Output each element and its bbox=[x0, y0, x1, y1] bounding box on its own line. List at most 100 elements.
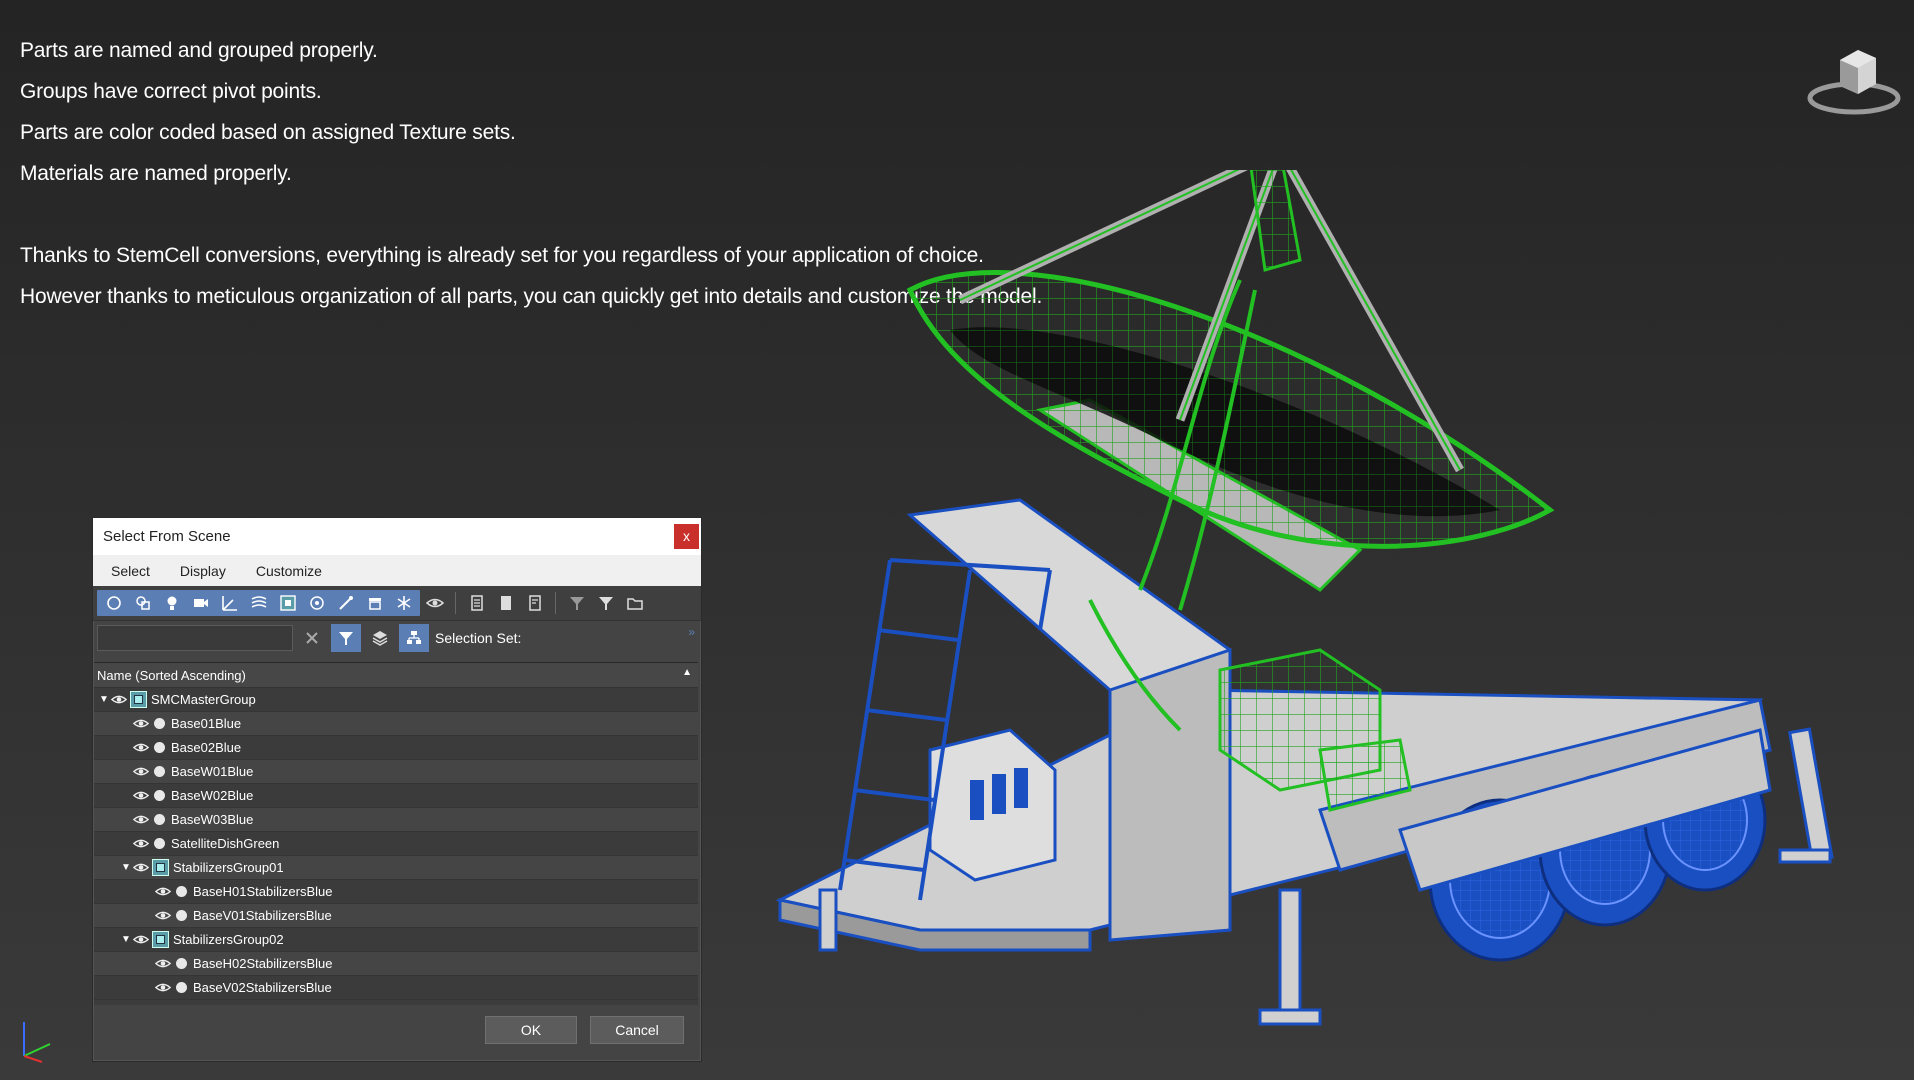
list-item[interactable]: BaseH02StabilizersBlue bbox=[94, 952, 698, 976]
list-rows: ▼ SMCMasterGroup Base01Blue Base02Blue BaseW… bbox=[94, 688, 698, 1000]
filter-toolbar bbox=[93, 586, 701, 621]
object-icon bbox=[154, 790, 165, 801]
highlight-filter-icon[interactable] bbox=[331, 624, 361, 652]
filter-selection-icon[interactable] bbox=[562, 590, 591, 616]
filter-containers-icon[interactable] bbox=[360, 590, 389, 616]
type-filter-group bbox=[97, 590, 420, 616]
object-icon bbox=[154, 718, 165, 729]
filter-hidden-icon[interactable] bbox=[420, 590, 449, 616]
visibility-eye-icon[interactable] bbox=[132, 861, 150, 875]
list-item-label: SMCMasterGroup bbox=[151, 692, 256, 707]
filter-geometry-icon[interactable] bbox=[99, 590, 128, 616]
menu-customize[interactable]: Customize bbox=[238, 563, 334, 579]
select-all-icon[interactable] bbox=[462, 590, 491, 616]
scene-explorer-list: Name (Sorted Ascending) ▲ ▼ SMCMasterGrou… bbox=[94, 662, 698, 1005]
cancel-button[interactable]: Cancel bbox=[590, 1016, 684, 1044]
filter-frozen-icon[interactable] bbox=[389, 590, 418, 616]
menu-select[interactable]: Select bbox=[93, 563, 162, 579]
filter-spacewarps-icon[interactable] bbox=[244, 590, 273, 616]
object-icon bbox=[154, 814, 165, 825]
viewport-3d-model[interactable] bbox=[760, 170, 1870, 1050]
visibility-eye-icon[interactable] bbox=[132, 741, 150, 755]
filter-bones-icon[interactable] bbox=[331, 590, 360, 616]
visibility-eye-icon[interactable] bbox=[132, 933, 150, 947]
menu-display[interactable]: Display bbox=[162, 563, 238, 579]
filter-shapes-icon[interactable] bbox=[128, 590, 157, 616]
visibility-eye-icon[interactable] bbox=[132, 813, 150, 827]
visibility-eye-icon[interactable] bbox=[132, 765, 150, 779]
ok-button[interactable]: OK bbox=[485, 1016, 577, 1044]
group-icon bbox=[152, 859, 169, 876]
column-header[interactable]: Name (Sorted Ascending) ▲ bbox=[94, 663, 698, 688]
list-item[interactable]: BaseW01Blue bbox=[94, 760, 698, 784]
list-item[interactable]: BaseW03Blue bbox=[94, 808, 698, 832]
visibility-eye-icon[interactable] bbox=[110, 693, 128, 707]
object-icon bbox=[176, 982, 187, 993]
axis-gizmo-icon bbox=[23, 1022, 51, 1063]
list-item[interactable]: BaseV02StabilizersBlue bbox=[94, 976, 698, 1000]
note-line-1: Parts are named and grouped properly. bbox=[20, 39, 378, 62]
visibility-eye-icon[interactable] bbox=[132, 789, 150, 803]
expand-toggle-icon[interactable]: ▼ bbox=[120, 862, 132, 873]
list-item[interactable]: ▼ StabilizersGroup01 bbox=[94, 856, 698, 880]
select-from-scene-dialog: Select From Scene x Select Display Custo… bbox=[92, 517, 702, 1062]
expand-chevron-icon[interactable]: » bbox=[688, 625, 695, 639]
dialog-titlebar[interactable]: Select From Scene x bbox=[93, 518, 701, 555]
list-item-label: Base02Blue bbox=[171, 740, 242, 755]
filter-icon[interactable] bbox=[591, 590, 620, 616]
note-line-2: Groups have correct pivot points. bbox=[20, 80, 322, 103]
column-header-label: Name (Sorted Ascending) bbox=[97, 667, 246, 683]
visibility-eye-icon[interactable] bbox=[154, 909, 172, 923]
search-bar: Selection Set: bbox=[93, 621, 701, 655]
note-line-3: Parts are color coded based on assigned … bbox=[20, 121, 516, 144]
list-item-label: StabilizersGroup01 bbox=[173, 860, 284, 875]
list-item[interactable]: Base01Blue bbox=[94, 712, 698, 736]
object-icon bbox=[176, 910, 187, 921]
expand-toggle-icon[interactable]: ▼ bbox=[120, 934, 132, 945]
filter-cameras-icon[interactable] bbox=[186, 590, 215, 616]
visibility-eye-icon[interactable] bbox=[154, 885, 172, 899]
object-icon bbox=[176, 886, 187, 897]
list-item[interactable]: BaseH01StabilizersBlue bbox=[94, 880, 698, 904]
select-none-icon[interactable] bbox=[491, 590, 520, 616]
object-icon bbox=[176, 958, 187, 969]
visibility-eye-icon[interactable] bbox=[132, 837, 150, 851]
toolbar-separator bbox=[555, 592, 556, 614]
clear-search-icon[interactable] bbox=[297, 624, 327, 652]
list-item[interactable]: SatelliteDishGreen bbox=[94, 832, 698, 856]
list-item[interactable]: ▼ SMCMasterGroup bbox=[94, 688, 698, 712]
toolbar-separator bbox=[455, 592, 456, 614]
selection-set-label: Selection Set: bbox=[435, 630, 522, 646]
layers-icon[interactable] bbox=[365, 624, 395, 652]
close-button[interactable]: x bbox=[674, 524, 699, 549]
expand-toggle-icon[interactable]: ▼ bbox=[98, 694, 110, 705]
search-input[interactable] bbox=[97, 625, 293, 651]
list-item-label: BaseH02StabilizersBlue bbox=[193, 956, 333, 971]
viewcube-icon[interactable] bbox=[1806, 40, 1906, 120]
list-item-label: StabilizersGroup02 bbox=[173, 932, 284, 947]
list-item[interactable]: BaseV01StabilizersBlue bbox=[94, 904, 698, 928]
filter-groups-icon[interactable] bbox=[273, 590, 302, 616]
hierarchy-icon[interactable] bbox=[399, 624, 429, 652]
object-icon bbox=[154, 742, 165, 753]
filter-xrefs-icon[interactable] bbox=[302, 590, 331, 616]
dialog-menubar: Select Display Customize bbox=[93, 555, 701, 586]
list-item[interactable]: BaseW02Blue bbox=[94, 784, 698, 808]
visibility-eye-icon[interactable] bbox=[154, 957, 172, 971]
select-invert-icon[interactable] bbox=[520, 590, 549, 616]
visibility-eye-icon[interactable] bbox=[132, 717, 150, 731]
group-icon bbox=[130, 691, 147, 708]
visibility-eye-icon[interactable] bbox=[154, 981, 172, 995]
filter-helpers-icon[interactable] bbox=[215, 590, 244, 616]
list-item[interactable]: Base02Blue bbox=[94, 736, 698, 760]
object-icon bbox=[154, 766, 165, 777]
list-item-label: Base01Blue bbox=[171, 716, 242, 731]
list-item-label: BaseW01Blue bbox=[171, 764, 254, 779]
object-icon bbox=[154, 838, 165, 849]
list-item-label: BaseV02StabilizersBlue bbox=[193, 980, 332, 995]
sort-ascending-icon: ▲ bbox=[682, 667, 692, 678]
folder-icon[interactable] bbox=[620, 590, 649, 616]
list-item-label: BaseW03Blue bbox=[171, 812, 254, 827]
filter-lights-icon[interactable] bbox=[157, 590, 186, 616]
list-item[interactable]: ▼ StabilizersGroup02 bbox=[94, 928, 698, 952]
